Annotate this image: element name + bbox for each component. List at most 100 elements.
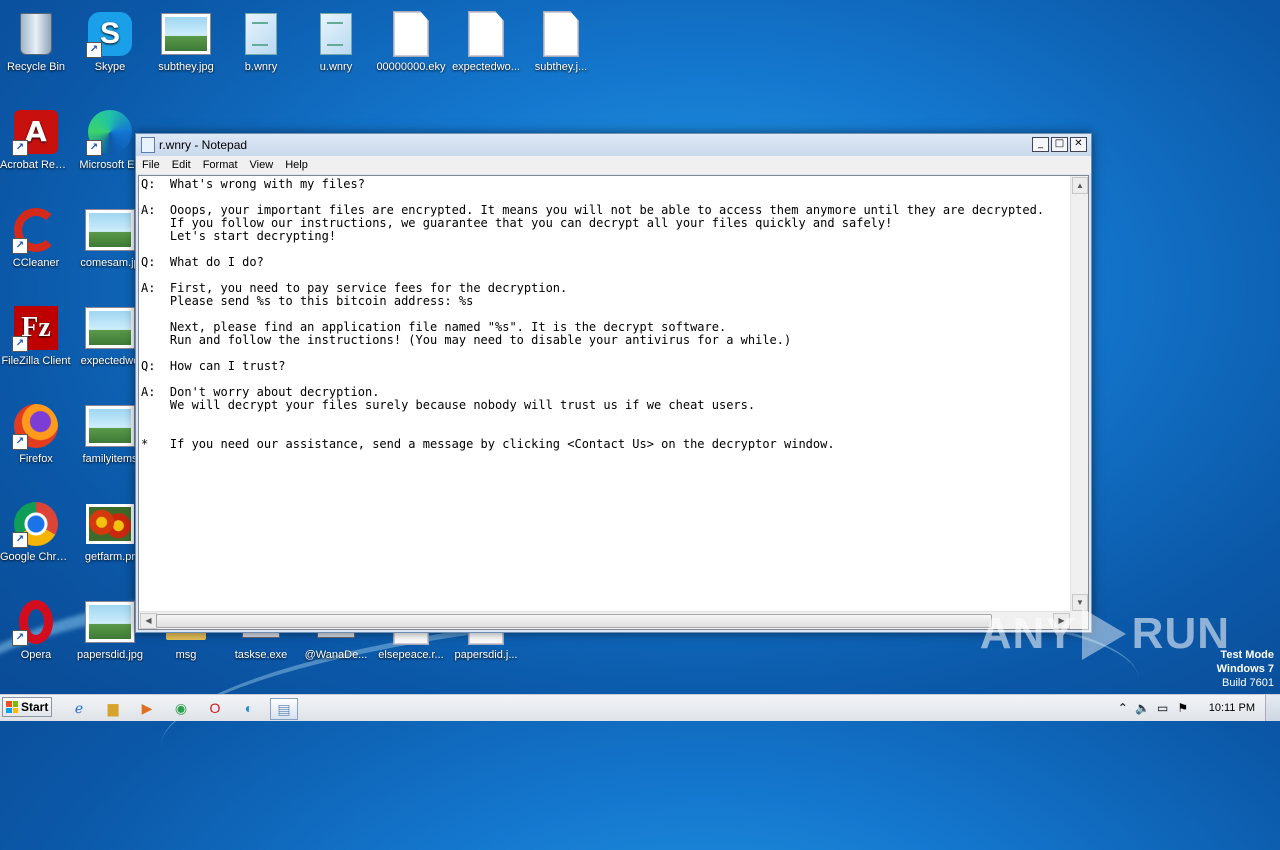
menu-format[interactable]: Format [197, 159, 244, 171]
desktop-icon-label: Skype [94, 61, 126, 73]
watermark-text-left: ANY [979, 609, 1076, 658]
desktop-icon-label: CCleaner [12, 257, 60, 269]
network-icon[interactable]: ▭ [1155, 701, 1171, 715]
media-player-icon[interactable]: ▶ [136, 698, 158, 718]
scroll-left-arrow-icon[interactable]: ◀ [140, 613, 157, 629]
close-button[interactable]: ✕ [1070, 137, 1087, 152]
blank-icon [462, 10, 510, 58]
desktop-icon-subthey-jpg[interactable]: subthey.jpg [150, 10, 222, 74]
desktop-icon-label: taskse.exe [234, 649, 288, 661]
edge-icon: ↗ [86, 108, 134, 156]
explorer-folder-icon[interactable]: ▆ [102, 698, 124, 718]
menu-file[interactable]: File [136, 159, 166, 171]
edge-icon[interactable]: ◐ [238, 698, 260, 718]
volume-icon[interactable]: 🔈 [1135, 701, 1151, 715]
windows-logo-icon [6, 701, 18, 713]
shortcut-arrow-icon: ↗ [12, 532, 28, 548]
desktop-icon-firefox[interactable]: ↗ Firefox [0, 402, 72, 466]
opera-icon[interactable]: O [204, 698, 226, 718]
desktop-icon-label: Acrobat Reader DC [0, 159, 72, 171]
shortcut-arrow-icon: ↗ [12, 336, 28, 352]
desktop-icon-acrobat-reader-dc[interactable]: A↗ Acrobat Reader DC [0, 108, 72, 172]
desktop-icon-label: expectedwo... [452, 61, 520, 73]
document-text[interactable]: Q: What's wrong with my files? A: Ooops,… [141, 178, 1068, 611]
desktop-icon-label: subthey.j... [534, 61, 588, 73]
flowers-icon [86, 500, 134, 548]
test-mode-line3: Build 7601 [1222, 677, 1274, 689]
ccleaner-icon: ↗ [12, 206, 60, 254]
test-mode-notice: Test Mode Windows 7 Build 7601 [1217, 648, 1274, 690]
anyrun-watermark: ANY RUN [980, 608, 1230, 660]
minimize-button[interactable]: _ [1032, 137, 1049, 152]
opera-icon: ↗ [12, 598, 60, 646]
horizontal-scrollbar[interactable]: ◀ ▶ [139, 611, 1071, 629]
watermark-text-right: RUN [1131, 609, 1230, 658]
notepad-taskbar-button[interactable]: ▤ [270, 698, 298, 720]
play-icon [1081, 608, 1126, 660]
acrobat-icon: A ↗ [12, 108, 60, 156]
title-bar[interactable]: r.wnry - Notepad _ □ ✕ [136, 134, 1091, 156]
desktop-icon-label: b.wnry [244, 61, 278, 73]
menu-view[interactable]: View [244, 159, 280, 171]
maximize-button[interactable]: □ [1051, 137, 1068, 152]
desktop-icon-label: Firefox [19, 453, 53, 465]
notepad-window[interactable]: r.wnry - Notepad _ □ ✕ File Edit Format … [135, 133, 1092, 633]
desktop-icon-expectedwo[interactable]: expectedwo... [450, 10, 522, 74]
desktop-icon-label: msg [175, 649, 197, 661]
test-mode-line1: Test Mode [1220, 649, 1274, 661]
internet-explorer-icon[interactable]: ℯ [68, 698, 90, 718]
shortcut-arrow-icon: ↗ [86, 140, 102, 156]
action-center-flag-icon[interactable]: ⚑ [1175, 701, 1191, 715]
desktop-icon-label: Opera [20, 649, 52, 661]
photo-icon [86, 304, 134, 352]
shortcut-arrow-icon: ↗ [12, 140, 28, 156]
desktop-icon-skype[interactable]: S ↗ Skype [74, 10, 146, 74]
desktop-icon-filezilla-client[interactable]: Fz ↗ FileZilla Client [0, 304, 72, 368]
shortcut-arrow-icon: ↗ [86, 42, 102, 58]
blank-icon [537, 10, 585, 58]
doc-icon [237, 10, 285, 58]
chrome-icon[interactable]: ◉ [170, 698, 192, 718]
recycle-icon [12, 10, 60, 58]
menu-edit[interactable]: Edit [166, 159, 197, 171]
taskbar: Start ℯ ▆ ▶ ◉ O ◐ ▤ ⌃ 🔈 ▭ ⚑ 10:11 PM [0, 694, 1280, 721]
vertical-scrollbar[interactable]: ▲ ▼ [1070, 176, 1088, 612]
desktop-icon-recycle-bin[interactable]: Recycle Bin [0, 10, 72, 74]
clock[interactable]: 10:11 PM [1209, 702, 1255, 714]
text-area[interactable]: Q: What's wrong with my files? A: Ooops,… [138, 175, 1089, 630]
system-tray: ⌃ 🔈 ▭ ⚑ 10:11 PM [1115, 695, 1280, 721]
photo-icon [162, 10, 210, 58]
desktop-icon-label: FileZilla Client [1, 355, 71, 367]
start-label: Start [21, 700, 49, 714]
desktop-icon-label: Recycle Bin [6, 61, 66, 73]
desktop-icon-u-wnry[interactable]: u.wnry [300, 10, 372, 74]
firefox-icon: ↗ [12, 402, 60, 450]
desktop-icon-label: Google Chrome [0, 551, 72, 563]
desktop-icon-opera[interactable]: ↗ Opera [0, 598, 72, 662]
start-button[interactable]: Start [2, 697, 52, 717]
chrome-icon: ↗ [12, 500, 60, 548]
test-mode-line2: Windows 7 [1216, 663, 1274, 675]
desktop-icon-ccleaner[interactable]: ↗ CCleaner [0, 206, 72, 270]
shortcut-arrow-icon: ↗ [12, 434, 28, 450]
desktop-icon-label: @WanaDe... [304, 649, 368, 661]
desktop-icon-b-wnry[interactable]: b.wnry [225, 10, 297, 74]
photo-icon [86, 598, 134, 646]
skype-icon: S ↗ [86, 10, 134, 58]
filezilla-icon: Fz ↗ [12, 304, 60, 352]
scroll-up-arrow-icon[interactable]: ▲ [1072, 177, 1088, 194]
shortcut-arrow-icon: ↗ [12, 630, 28, 646]
desktop-icon-google-chrome[interactable]: ↗ Google Chrome [0, 500, 72, 564]
notepad-icon [141, 137, 155, 153]
photo-icon [86, 402, 134, 450]
desktop-icon-00000000-eky[interactable]: 00000000.eky [375, 10, 447, 74]
desktop-icon-label: 00000000.eky [376, 61, 446, 73]
desktop-icon-label: papersdid.j... [454, 649, 518, 661]
menu-help[interactable]: Help [279, 159, 314, 171]
horizontal-scroll-thumb[interactable] [156, 614, 992, 628]
tray-expand-icon[interactable]: ⌃ [1115, 701, 1131, 715]
show-desktop-button[interactable] [1265, 695, 1280, 721]
shortcut-arrow-icon: ↗ [12, 238, 28, 254]
desktop-icon-subthey-j[interactable]: subthey.j... [525, 10, 597, 74]
desktop-icon-label: subthey.jpg [158, 61, 214, 73]
